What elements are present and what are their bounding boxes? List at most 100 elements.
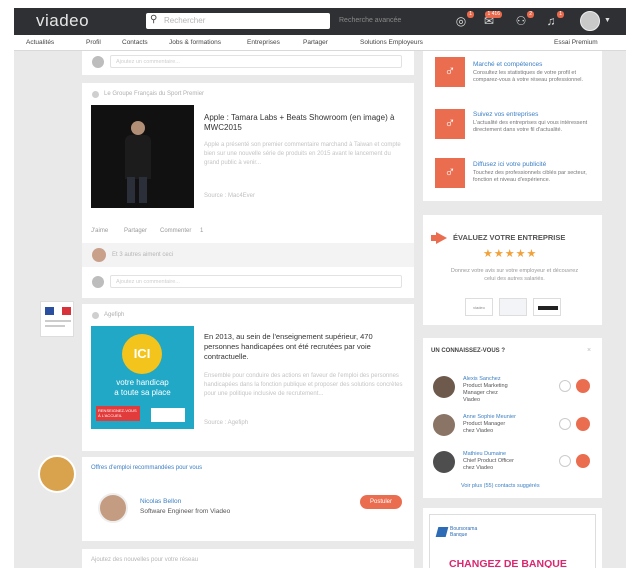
menu-item-contacts[interactable]: Contacts [122, 39, 148, 46]
dismiss-icon[interactable] [559, 455, 571, 467]
feature-text: L'actualité des entreprises qui vous int… [473, 120, 588, 133]
menu-item-companies[interactable]: Entreprises [247, 39, 280, 46]
author-avatar[interactable] [38, 455, 76, 493]
evaluate-title[interactable]: ÉVALUEZ VOTRE ENTREPRISE [453, 233, 565, 242]
person-name[interactable]: Nicolas Bellon [140, 498, 181, 505]
suggestion-role: Product Manager chez Viadeo [463, 421, 506, 434]
suggestion-avatar[interactable] [433, 414, 455, 436]
partner-logos [151, 408, 185, 422]
ici-badge: ICI [122, 334, 162, 374]
post-meta: Source : Mac4Ever [204, 193, 256, 199]
post-title[interactable]: Apple : Tamara Labs + Beats Showroom (en… [204, 113, 404, 133]
post-meta: Source : Agefiph [204, 420, 249, 426]
gender-icon: ♂ [435, 158, 465, 188]
image-caption: votre handicap [116, 378, 169, 387]
suggestion-name[interactable]: Alexis Sanchez [463, 376, 501, 382]
search-icon: ⚲ [150, 14, 158, 25]
ad-brand: Boursorama Banque [450, 526, 478, 538]
suggestion-role: Product Marketing Manager chez Viadeo [463, 383, 508, 403]
main-menu: Actualités Profil Contacts Jobs & format… [14, 35, 626, 51]
menu-item-employer-solutions[interactable]: Solutions Employeurs [360, 39, 423, 46]
app-frame: viadeo ⚲ Rechercher Recherche avancée ◎ 1… [14, 8, 626, 568]
news-card-header: Ajoutez des nouvelles pour votre réseau [91, 557, 199, 563]
chevron-down-icon[interactable]: ▼ [604, 17, 611, 24]
post-source-icon [92, 91, 99, 98]
apply-button[interactable]: Postuler [360, 495, 402, 509]
commenter-avatar [92, 56, 104, 68]
post-title[interactable]: En 2013, au sein de l'enseignement supér… [204, 332, 408, 362]
person-avatar[interactable] [98, 493, 128, 523]
megaphone-icon [431, 232, 447, 244]
suggestions-title: UN CONNAISSEZ-VOUS ? [431, 348, 506, 354]
gender-icon: ♂ [435, 109, 465, 139]
suggestion-avatar[interactable] [433, 376, 455, 398]
post-image-keynote[interactable] [91, 105, 194, 208]
comment-strip-top: Ajoutez un commentaire... [82, 51, 414, 75]
premium-trial-link[interactable]: Essai Premium [554, 39, 598, 46]
company-logo-marianne[interactable] [40, 301, 74, 337]
news-card: Ajoutez des nouvelles pour votre réseau [82, 549, 414, 568]
ad-headline: CHANGEZ DE BANQUE [449, 558, 567, 568]
menu-item-profile[interactable]: Profil [86, 39, 101, 46]
suggestion-role: Chief Product Officer chez Viadeo [463, 458, 514, 471]
add-contact-icon[interactable] [576, 379, 590, 393]
feature-text: Touchez des professionnels ciblés par se… [473, 170, 587, 183]
feature-text: Consultez les statistiques de votre prof… [473, 70, 584, 83]
search-placeholder: Rechercher [164, 16, 206, 25]
dismiss-icon[interactable] [559, 380, 571, 392]
job-recommendation-card: Offres d'emploi recommandées pour vous N… [82, 457, 414, 541]
post-excerpt: Apple a présenté son premier commentaire… [204, 142, 401, 166]
boursorama-ad[interactable]: Boursorama Banque CHANGEZ DE BANQUE [423, 508, 602, 568]
more-suggestions-link[interactable]: Voir plus (55) contacts suggérés [461, 483, 540, 489]
like-count: 1 [200, 228, 204, 234]
feature-title[interactable]: Diffusez ici votre publicité [473, 161, 546, 168]
feed-post-apple: Le Groupe Français du Sport Premier Appl… [82, 83, 414, 298]
liked-by-text: Et 3 autres aiment ceci [112, 252, 174, 258]
post-excerpt: Ensemble pour conduire des actions en fa… [204, 373, 403, 397]
top-bar: viadeo ⚲ Rechercher Recherche avancée ◎ 1… [14, 8, 626, 35]
people-suggestions-panel: UN CONNAISSEZ-VOUS ? × Alexis Sanchez Pr… [423, 338, 602, 498]
add-contact-icon[interactable] [576, 454, 590, 468]
suggestion-name[interactable]: Mathieu Dumaine [463, 451, 506, 457]
image-caption: a toute sa place [114, 388, 171, 397]
menu-item-share[interactable]: Partager [303, 39, 328, 46]
feature-title[interactable]: Suivez vos entreprises [473, 111, 538, 118]
menu-item-news[interactable]: Actualités [26, 39, 54, 46]
post-source[interactable]: Agefiph [104, 312, 124, 318]
menu-item-jobs[interactable]: Jobs & formations [169, 39, 221, 46]
contacts-icon[interactable]: ⚇ 2 [514, 11, 534, 28]
image-ribbon: RENSEIGNEZ-VOUS À L'ACCUEIL [96, 406, 140, 421]
comment-input[interactable]: Ajoutez un commentaire... [110, 55, 402, 68]
post-source[interactable]: Le Groupe Français du Sport Premier [104, 91, 204, 97]
share-button[interactable]: Partager [124, 228, 147, 234]
search-input[interactable]: ⚲ Rechercher [146, 13, 330, 29]
like-button[interactable]: J'aime [91, 228, 108, 234]
company-logo-viadeo[interactable]: viadeo [465, 298, 493, 316]
comment-button[interactable]: Commenter [160, 228, 191, 234]
close-icon[interactable]: × [587, 347, 591, 354]
post-image-handicap[interactable]: ICI votre handicap a toute sa place RENS… [91, 326, 194, 429]
notifications-icon[interactable]: ◎ 1 [454, 11, 474, 28]
person-role: Software Engineer from Viadeo [140, 508, 231, 515]
suggestion-name[interactable]: Anne Sophie Meunier [463, 414, 516, 420]
messages-icon[interactable]: ✉ 1 416 [482, 11, 502, 28]
feature-title[interactable]: Marché et compétences [473, 61, 542, 68]
gender-icon: ♂ [435, 57, 465, 87]
add-contact-icon[interactable] [576, 417, 590, 431]
commenter-avatar [92, 276, 104, 288]
features-panel: ♂ Marché et compétences Consultez les st… [423, 51, 602, 201]
user-avatar[interactable] [580, 11, 600, 31]
company-logo-apple[interactable] [533, 298, 561, 316]
evaluate-text: Donnez votre avis sur votre employeur et… [450, 268, 579, 282]
alerts-bell-icon[interactable]: ♫ 1 [544, 11, 564, 28]
viadeo-logo[interactable]: viadeo [36, 11, 89, 31]
liked-by-row: Et 3 autres aiment ceci [82, 243, 414, 267]
post-source-icon [92, 312, 99, 319]
advanced-search-link[interactable]: Recherche avancée [339, 17, 401, 24]
liker-avatar[interactable] [92, 248, 106, 262]
suggestion-avatar[interactable] [433, 451, 455, 473]
comment-input[interactable]: Ajoutez un commentaire... [110, 275, 402, 288]
company-logo-building[interactable] [499, 298, 527, 316]
rating-stars: ★★★★★ [483, 248, 538, 260]
dismiss-icon[interactable] [559, 418, 571, 430]
